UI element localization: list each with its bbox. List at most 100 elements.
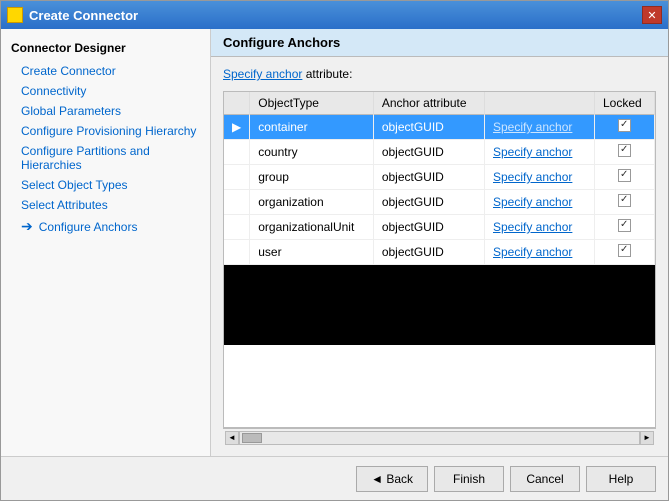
specify-anchor-cell[interactable]: Specify anchor [485, 215, 595, 240]
sidebar-item-create-connector[interactable]: Create Connector [1, 61, 210, 81]
sidebar-item-select-attributes[interactable]: Select Attributes [1, 195, 210, 215]
anchor-attr-cell: objectGUID [373, 190, 484, 215]
object-type-cell: organizationalUnit [250, 215, 374, 240]
finish-button[interactable]: Finish [434, 466, 504, 492]
right-panel: Configure Anchors Specify anchor attribu… [211, 29, 668, 456]
anchor-attr-cell: objectGUID [373, 240, 484, 265]
sidebar-item-label: Configure Partitions and Hierarchies [21, 144, 200, 172]
intro-suffix: attribute: [302, 67, 352, 81]
specify-anchor-link[interactable]: Specify anchor [493, 170, 572, 184]
main-content: Connector Designer Create Connector Conne… [1, 29, 668, 456]
row-arrow [224, 240, 250, 265]
col-anchor-attr: Anchor attribute [373, 92, 484, 115]
main-window: Create Connector ✕ Connector Designer Cr… [0, 0, 669, 501]
scroll-thumb[interactable] [242, 433, 262, 443]
sidebar-item-connectivity[interactable]: Connectivity [1, 81, 210, 101]
specify-anchor-link[interactable]: Specify anchor [223, 67, 302, 81]
specify-anchor-link[interactable]: Specify anchor [493, 120, 572, 134]
locked-cell [595, 190, 655, 215]
horizontal-scrollbar[interactable] [239, 431, 640, 445]
locked-checkbox [618, 144, 631, 157]
table-row[interactable]: organizationobjectGUID Specify anchor [224, 190, 655, 215]
locked-checkbox [618, 194, 631, 207]
anchor-attr-cell: objectGUID [373, 140, 484, 165]
object-type-cell: organization [250, 190, 374, 215]
locked-cell [595, 115, 655, 140]
cancel-button[interactable]: Cancel [510, 466, 580, 492]
sidebar-item-select-object-types[interactable]: Select Object Types [1, 175, 210, 195]
sidebar-item-label: Select Attributes [21, 198, 108, 212]
help-button[interactable]: Help [586, 466, 656, 492]
col-objecttype: ObjectType [250, 92, 374, 115]
object-type-cell: container [250, 115, 374, 140]
panel-header: Configure Anchors [211, 29, 668, 57]
anchor-attr-cell: objectGUID [373, 215, 484, 240]
table-header-row: ObjectType Anchor attribute Locked [224, 92, 655, 115]
table-row[interactable]: userobjectGUID Specify anchor [224, 240, 655, 265]
specify-anchor-cell[interactable]: Specify anchor [485, 140, 595, 165]
sidebar-item-label: Connectivity [21, 84, 86, 98]
row-arrow [224, 165, 250, 190]
app-icon [7, 7, 23, 23]
sidebar-title: Connector Designer [1, 37, 210, 61]
intro-text: Specify anchor attribute: [223, 67, 656, 81]
specify-anchor-cell[interactable]: Specify anchor [485, 240, 595, 265]
back-button[interactable]: ◄ Back [356, 466, 428, 492]
locked-cell [595, 215, 655, 240]
table-row[interactable]: groupobjectGUID Specify anchor [224, 165, 655, 190]
row-arrow: ▶ [224, 115, 250, 140]
table-row[interactable]: ▶containerobjectGUID Specify anchor [224, 115, 655, 140]
window-title: Create Connector [29, 8, 138, 23]
locked-cell [595, 165, 655, 190]
title-bar-controls: ✕ [642, 6, 662, 24]
title-bar-left: Create Connector [7, 7, 138, 23]
current-arrow-icon: ➔ [21, 218, 33, 235]
anchor-attr-cell: objectGUID [373, 165, 484, 190]
locked-cell [595, 140, 655, 165]
row-arrow [224, 215, 250, 240]
specify-anchor-cell[interactable]: Specify anchor [485, 115, 595, 140]
anchor-table: ObjectType Anchor attribute Locked ▶cont… [224, 92, 655, 265]
locked-checkbox [618, 119, 631, 132]
black-area [224, 265, 655, 345]
specify-anchor-cell[interactable]: Specify anchor [485, 165, 595, 190]
panel-body: Specify anchor attribute: ObjectType Anc… [211, 57, 668, 456]
sidebar-item-label: Global Parameters [21, 104, 121, 118]
row-arrow [224, 190, 250, 215]
locked-checkbox [618, 169, 631, 182]
col-arrow [224, 92, 250, 115]
specify-anchor-link[interactable]: Specify anchor [493, 220, 572, 234]
sidebar-item-label: Create Connector [21, 64, 116, 78]
sidebar-item-global-parameters[interactable]: Global Parameters [1, 101, 210, 121]
row-arrow [224, 140, 250, 165]
col-locked: Locked [595, 92, 655, 115]
anchor-attr-cell: objectGUID [373, 115, 484, 140]
table-container: ObjectType Anchor attribute Locked ▶cont… [223, 91, 656, 428]
sidebar: Connector Designer Create Connector Conne… [1, 29, 211, 456]
object-type-cell: country [250, 140, 374, 165]
table-row[interactable]: organizationalUnitobjectGUID Specify anch… [224, 215, 655, 240]
sidebar-item-configure-partitions-and-hierarchies[interactable]: Configure Partitions and Hierarchies [1, 141, 210, 175]
scrollbar-area: ◄ ► [223, 428, 656, 446]
object-type-cell: user [250, 240, 374, 265]
locked-cell [595, 240, 655, 265]
sidebar-item-label: Configure Provisioning Hierarchy [21, 124, 196, 138]
close-button[interactable]: ✕ [642, 6, 662, 24]
specify-anchor-link[interactable]: Specify anchor [493, 245, 572, 259]
specify-anchor-cell[interactable]: Specify anchor [485, 190, 595, 215]
scroll-left-button[interactable]: ◄ [225, 431, 239, 445]
scroll-right-button[interactable]: ► [640, 431, 654, 445]
sidebar-item-configure-anchors[interactable]: ➔ Configure Anchors [1, 215, 210, 238]
locked-checkbox [618, 244, 631, 257]
specify-anchor-link[interactable]: Specify anchor [493, 145, 572, 159]
title-bar: Create Connector ✕ [1, 1, 668, 29]
footer: ◄ Back Finish Cancel Help [1, 456, 668, 500]
object-type-cell: group [250, 165, 374, 190]
col-action [485, 92, 595, 115]
table-row[interactable]: countryobjectGUID Specify anchor [224, 140, 655, 165]
sidebar-item-configure-provisioning-hierarchy[interactable]: Configure Provisioning Hierarchy [1, 121, 210, 141]
sidebar-item-label: Configure Anchors [39, 220, 138, 234]
sidebar-item-label: Select Object Types [21, 178, 128, 192]
specify-anchor-link[interactable]: Specify anchor [493, 195, 572, 209]
locked-checkbox [618, 219, 631, 232]
